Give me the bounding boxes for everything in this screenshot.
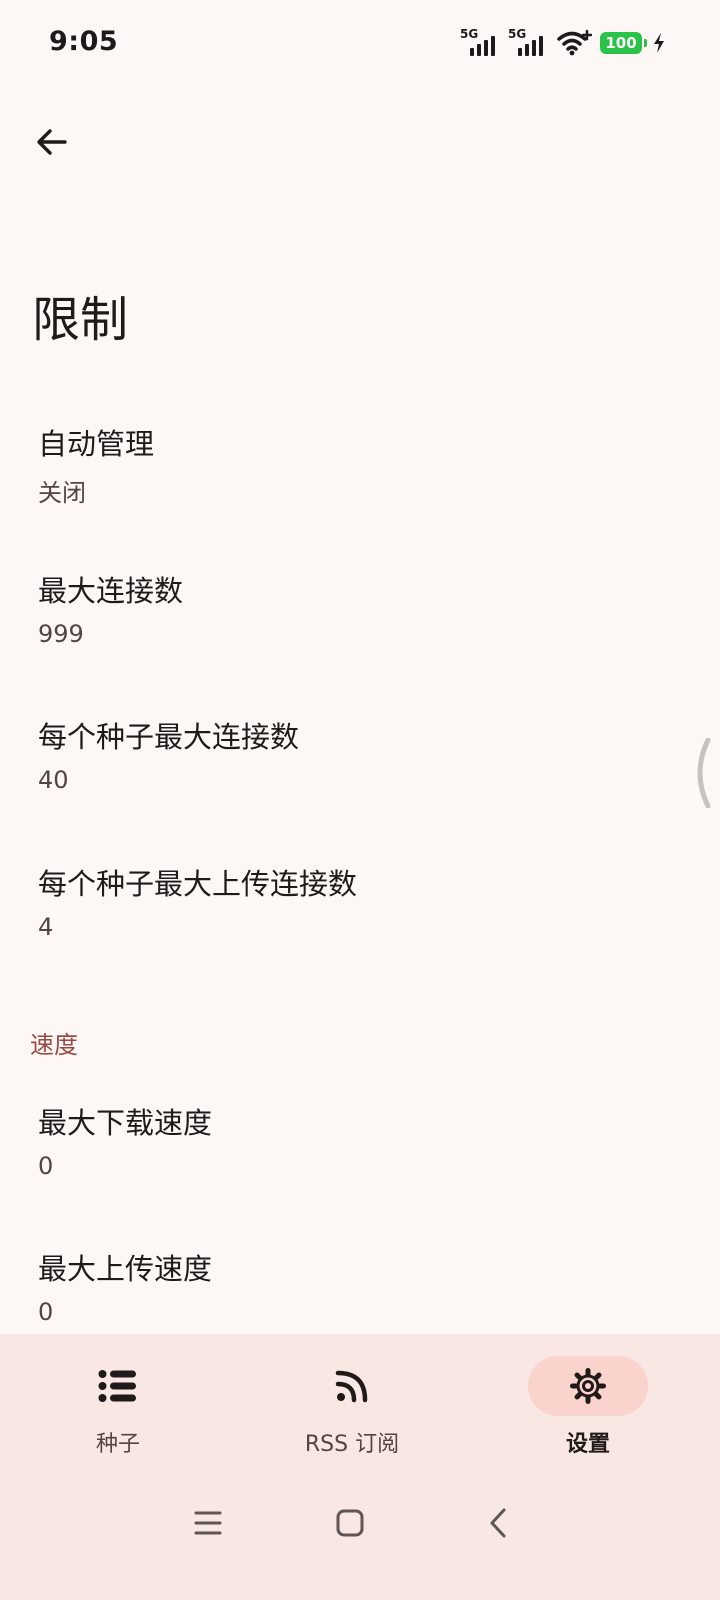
nav-label: RSS 订阅 xyxy=(304,1432,400,1457)
list-icon xyxy=(98,1370,136,1402)
status-icons: 5G 5G 100 xyxy=(460,26,666,60)
preference-max-download-speed[interactable]: 最大下载速度 0 xyxy=(0,1100,720,1240)
preference-summary: 40 xyxy=(38,766,69,794)
home-icon xyxy=(336,1509,364,1537)
wifi-icon xyxy=(557,29,592,56)
gear-icon xyxy=(570,1368,606,1404)
nav-pill xyxy=(58,1356,178,1416)
preference-max-connections-per-torrent[interactable]: 每个种子最大连接数 40 xyxy=(0,714,720,854)
preference-auto-manage[interactable]: 自动管理 关闭 xyxy=(0,421,720,561)
preference-max-upload-slots-per-torrent[interactable]: 每个种子最大上传连接数 4 xyxy=(0,861,720,1001)
charging-icon xyxy=(654,33,664,53)
back-chevron-icon xyxy=(490,1508,506,1538)
system-back-button[interactable] xyxy=(478,1503,518,1543)
nav-label: 设置 xyxy=(565,1432,610,1457)
menu-icon xyxy=(194,1511,222,1535)
rss-icon xyxy=(335,1370,368,1403)
back-button[interactable] xyxy=(22,112,82,172)
battery-indicator: 100 xyxy=(600,32,647,54)
signal-icon-1: 5G xyxy=(460,27,504,58)
system-menu-button[interactable] xyxy=(188,1503,228,1543)
nav-pill-active xyxy=(528,1356,648,1416)
preference-title: 每个种子最大连接数 xyxy=(38,720,300,754)
preference-summary: 4 xyxy=(38,913,54,941)
preference-max-connections[interactable]: 最大连接数 999 xyxy=(0,568,720,708)
signal-icon-2: 5G xyxy=(508,27,552,58)
preference-title: 最大连接数 xyxy=(38,574,184,608)
preference-summary: 0 xyxy=(38,1152,54,1180)
section-header-speed: 速度 xyxy=(30,1031,78,1059)
nav-pill xyxy=(292,1356,412,1416)
preference-summary: 999 xyxy=(38,620,84,648)
battery-level: 100 xyxy=(605,34,637,52)
preference-summary: 0 xyxy=(38,1298,54,1326)
preference-summary: 关闭 xyxy=(38,479,86,507)
page-title: 限制 xyxy=(32,292,129,348)
preference-title: 每个种子最大上传连接数 xyxy=(38,867,358,901)
preference-title: 最大下载速度 xyxy=(38,1106,213,1140)
nav-item-torrents[interactable]: 种子 xyxy=(18,1356,218,1466)
nav-item-settings[interactable]: 设置 xyxy=(488,1356,688,1466)
status-bar: 9:05 5G 5G 100 xyxy=(0,0,720,86)
nav-item-rss[interactable]: RSS 订阅 xyxy=(252,1356,452,1466)
preference-title: 自动管理 xyxy=(38,427,155,461)
system-home-button[interactable] xyxy=(330,1503,370,1543)
preference-title: 最大上传速度 xyxy=(38,1252,213,1286)
nav-label: 种子 xyxy=(95,1432,140,1457)
edge-scroll-handle[interactable] xyxy=(686,738,716,808)
bottom-navigation: 种子 RSS 订阅 设置 xyxy=(0,1334,720,1600)
system-navigation-bar xyxy=(0,1488,720,1558)
status-time: 9:05 xyxy=(49,26,119,57)
arrow-back-icon xyxy=(37,129,67,155)
